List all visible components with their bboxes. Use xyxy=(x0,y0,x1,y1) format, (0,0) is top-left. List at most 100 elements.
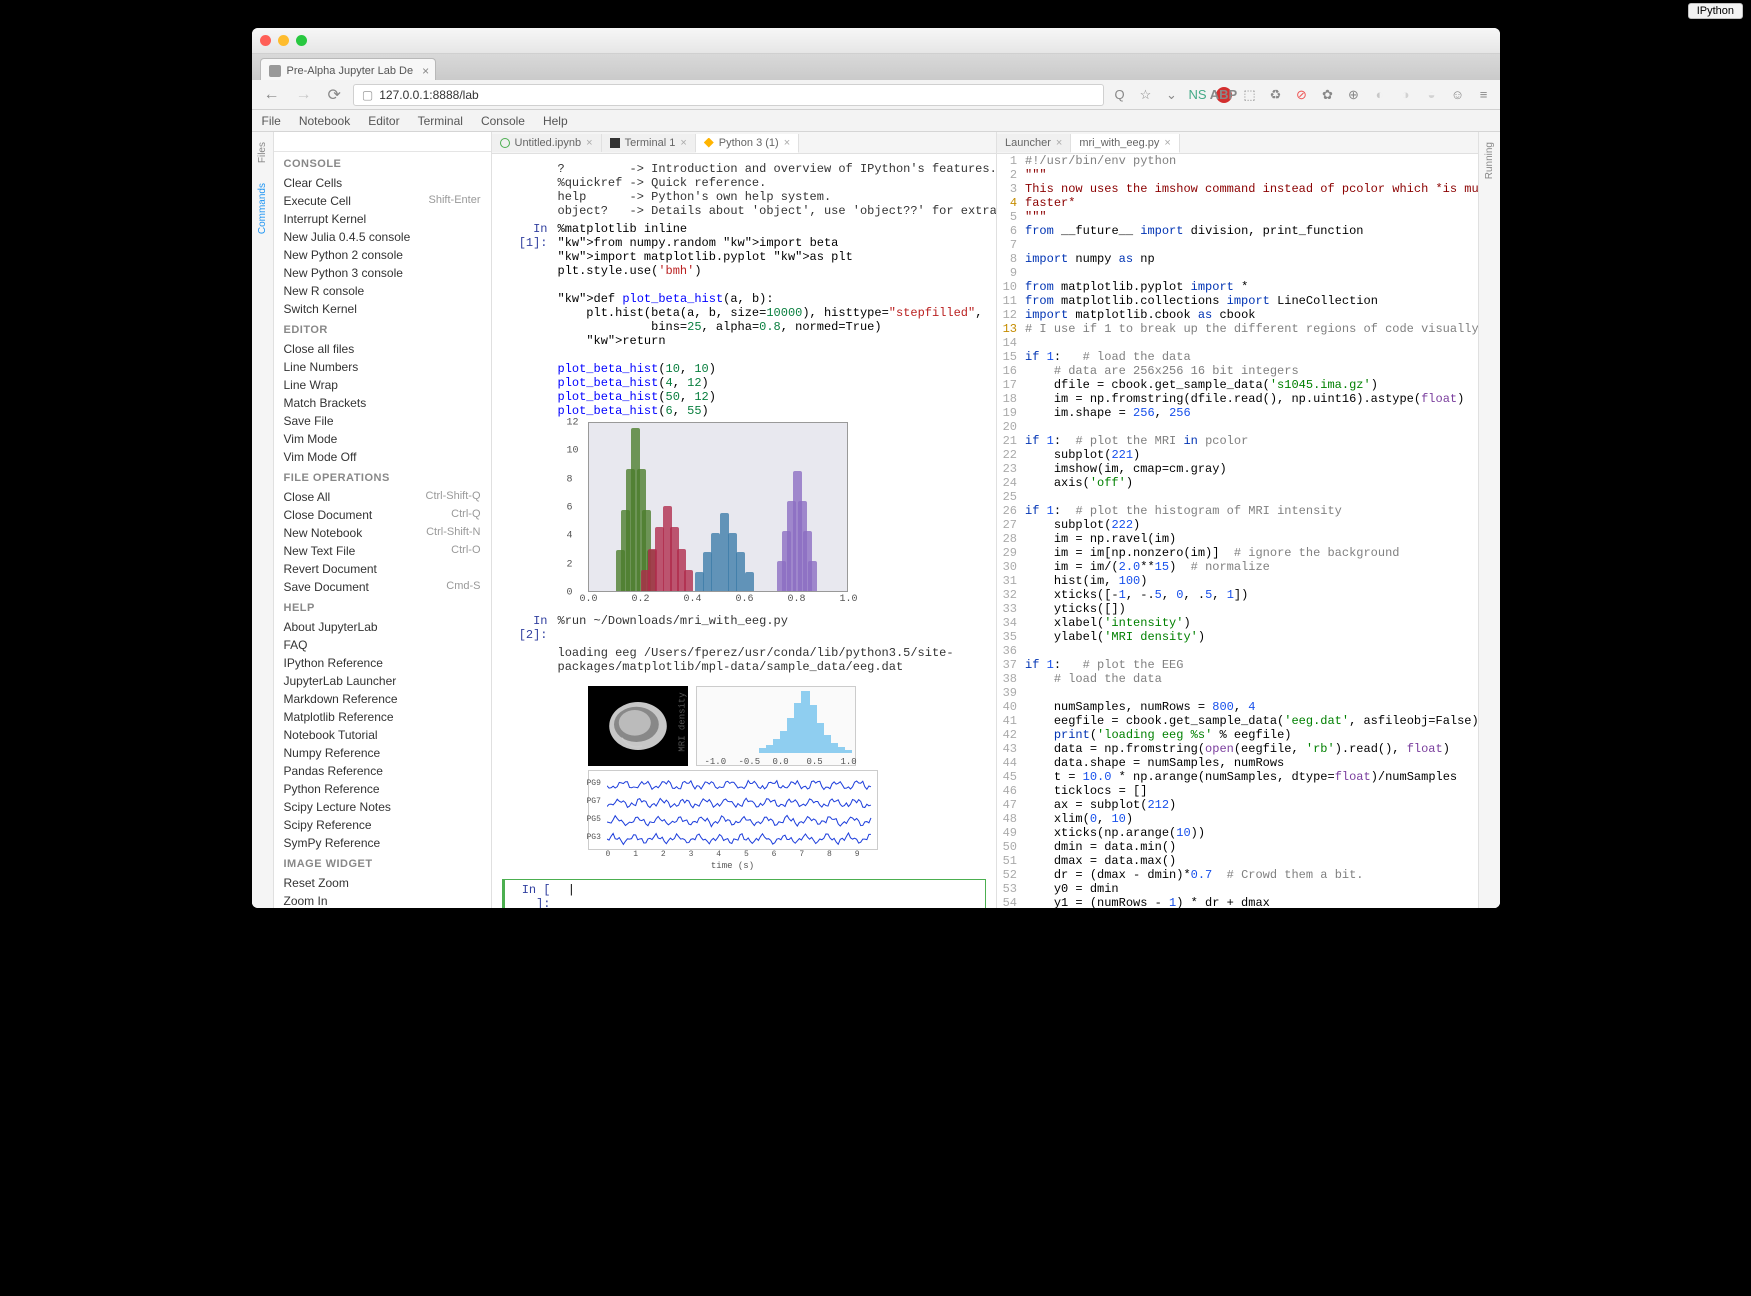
editor-line[interactable]: 1#!/usr/bin/env python xyxy=(997,154,1477,168)
editor-line[interactable]: 50 dmin = data.min() xyxy=(997,840,1477,854)
editor-line[interactable]: 27 subplot(222) xyxy=(997,518,1477,532)
editor-line[interactable]: 12import matplotlib.cbook as cbook xyxy=(997,308,1477,322)
editor-line[interactable]: 39 xyxy=(997,686,1477,700)
maximize-window-button[interactable] xyxy=(296,35,307,46)
editor-line[interactable]: 6from __future__ import division, print_… xyxy=(997,224,1477,238)
command-item[interactable]: Match Brackets xyxy=(274,394,491,412)
editor-line[interactable]: 20 xyxy=(997,420,1477,434)
ext2-icon[interactable]: ◑ xyxy=(1398,87,1414,103)
editor-line[interactable]: 35 ylabel('MRI density') xyxy=(997,630,1477,644)
command-item[interactable]: Close all files xyxy=(274,340,491,358)
close-tab-icon[interactable]: × xyxy=(422,64,429,78)
command-item[interactable]: Numpy Reference xyxy=(274,744,491,762)
editor-line[interactable]: 49 xticks(np.arange(10)) xyxy=(997,826,1477,840)
editor-line[interactable]: 43 data = np.fromstring(open(eegfile, 'r… xyxy=(997,742,1477,756)
input-cell-2[interactable]: In [2]: %run ~/Downloads/mri_with_eeg.py xyxy=(502,614,987,642)
tab-untitled-ipynb[interactable]: Untitled.ipynb× xyxy=(492,134,602,152)
user-icon[interactable]: ☺ xyxy=(1450,87,1466,103)
editor-line[interactable]: 11from matplotlib.collections import Lin… xyxy=(997,294,1477,308)
command-item[interactable]: Matplotlib Reference xyxy=(274,708,491,726)
command-item[interactable]: Execute CellShift-Enter xyxy=(274,192,491,210)
ext3-icon[interactable]: ◒ xyxy=(1424,87,1440,103)
editor-line[interactable]: 19 im.shape = 256, 256 xyxy=(997,406,1477,420)
close-icon[interactable]: × xyxy=(586,137,592,149)
ext-icon[interactable]: ◐ xyxy=(1372,87,1388,103)
editor-line[interactable]: 16 # data are 256x256 16 bit integers xyxy=(997,364,1477,378)
command-item[interactable]: FAQ xyxy=(274,636,491,654)
editor-line[interactable]: 28 im = np.ravel(im) xyxy=(997,532,1477,546)
editor-line[interactable]: 9 xyxy=(997,266,1477,280)
cast-icon[interactable]: ⬚ xyxy=(1242,87,1258,103)
editor-line[interactable]: 36 xyxy=(997,644,1477,658)
command-item[interactable]: Close DocumentCtrl-Q xyxy=(274,506,491,524)
command-item[interactable]: Line Wrap xyxy=(274,376,491,394)
editor-content[interactable]: 1#!/usr/bin/env python2"""3This now uses… xyxy=(997,154,1477,908)
browser-tab[interactable]: Pre-Alpha Jupyter Lab De × xyxy=(260,58,437,80)
editor-line[interactable]: 8import numpy as np xyxy=(997,252,1477,266)
command-item[interactable]: Line Numbers xyxy=(274,358,491,376)
command-item[interactable]: Python Reference xyxy=(274,780,491,798)
editor-line[interactable]: 22 subplot(221) xyxy=(997,448,1477,462)
rail-commands-tab[interactable]: Commands xyxy=(257,183,268,234)
editor-line[interactable]: 30 im = im/(2.0**15) # normalize xyxy=(997,560,1477,574)
editor-line[interactable]: 21if 1: # plot the MRI in pcolor xyxy=(997,434,1477,448)
command-search-input[interactable] xyxy=(274,132,491,152)
editor-line[interactable]: 7 xyxy=(997,238,1477,252)
command-item[interactable]: Markdown Reference xyxy=(274,690,491,708)
menu-help[interactable]: Help xyxy=(543,114,568,128)
back-button[interactable]: ← xyxy=(260,86,284,104)
block-icon[interactable]: ⊘ xyxy=(1294,87,1310,103)
close-icon[interactable]: × xyxy=(1164,137,1170,149)
pocket-icon[interactable]: ⌄ xyxy=(1164,87,1180,103)
editor-line[interactable]: 44 data.shape = numSamples, numRows xyxy=(997,756,1477,770)
command-item[interactable]: Scipy Reference xyxy=(274,816,491,834)
command-item[interactable]: Interrupt Kernel xyxy=(274,210,491,228)
editor-line[interactable]: 24 axis('off') xyxy=(997,476,1477,490)
editor-line[interactable]: 34 xlabel('intensity') xyxy=(997,616,1477,630)
editor-line[interactable]: 29 im = im[np.nonzero(im)] # ignore the … xyxy=(997,546,1477,560)
editor-line[interactable]: 4faster* xyxy=(997,196,1477,210)
close-icon[interactable]: × xyxy=(680,137,686,149)
editor-line[interactable]: 3This now uses the imshow command instea… xyxy=(997,182,1477,196)
command-item[interactable]: Pandas Reference xyxy=(274,762,491,780)
tab-python-3-1-[interactable]: Python 3 (1)× xyxy=(696,134,799,153)
adblock-icon[interactable]: ABP xyxy=(1216,87,1232,103)
rail-files-tab[interactable]: Files xyxy=(257,142,268,163)
command-item[interactable]: Save File xyxy=(274,412,491,430)
editor-line[interactable]: 45 t = 10.0 * np.arange(numSamples, dtyp… xyxy=(997,770,1477,784)
command-item[interactable]: Save DocumentCmd-S xyxy=(274,578,491,596)
menu-console[interactable]: Console xyxy=(481,114,525,128)
command-item[interactable]: Scipy Lecture Notes xyxy=(274,798,491,816)
command-item[interactable]: New Python 3 console xyxy=(274,264,491,282)
editor-line[interactable]: 5""" xyxy=(997,210,1477,224)
editor-line[interactable]: 41 eegfile = cbook.get_sample_data('eeg.… xyxy=(997,714,1477,728)
active-input-cell[interactable]: In [ ]: xyxy=(502,879,987,908)
minimize-window-button[interactable] xyxy=(278,35,289,46)
editor-line[interactable]: 51 dmax = data.max() xyxy=(997,854,1477,868)
editor-line[interactable]: 33 yticks([]) xyxy=(997,602,1477,616)
command-item[interactable]: Clear Cells xyxy=(274,174,491,192)
editor-line[interactable]: 17 dfile = cbook.get_sample_data('s1045.… xyxy=(997,378,1477,392)
editor-line[interactable]: 10from matplotlib.pyplot import * xyxy=(997,280,1477,294)
command-item[interactable]: About JupyterLab xyxy=(274,618,491,636)
tab-terminal-1[interactable]: Terminal 1× xyxy=(602,134,696,152)
command-item[interactable]: Switch Kernel xyxy=(274,300,491,318)
editor-line[interactable]: 40 numSamples, numRows = 800, 4 xyxy=(997,700,1477,714)
editor-line[interactable]: 13# I use if 1 to break up the different… xyxy=(997,322,1477,336)
editor-line[interactable]: 38 # load the data xyxy=(997,672,1477,686)
command-item[interactable]: New NotebookCtrl-Shift-N xyxy=(274,524,491,542)
command-item[interactable]: Close AllCtrl-Shift-Q xyxy=(274,488,491,506)
tab-launcher[interactable]: Launcher× xyxy=(997,134,1071,152)
editor-line[interactable]: 31 hist(im, 100) xyxy=(997,574,1477,588)
url-input[interactable]: ▢ 127.0.0.1:8888/lab xyxy=(353,84,1104,106)
command-item[interactable]: New Python 2 console xyxy=(274,246,491,264)
command-item[interactable]: SymPy Reference xyxy=(274,834,491,852)
editor-line[interactable]: 37if 1: # plot the EEG xyxy=(997,658,1477,672)
close-window-button[interactable] xyxy=(260,35,271,46)
input-cell-1[interactable]: In [1]: %matplotlib inline "kw">from num… xyxy=(502,222,987,418)
plus-icon[interactable]: ⊕ xyxy=(1346,87,1362,103)
menu-terminal[interactable]: Terminal xyxy=(418,114,463,128)
close-icon[interactable]: × xyxy=(1056,137,1062,149)
gear-icon[interactable]: ✿ xyxy=(1320,87,1336,103)
editor-line[interactable]: 48 xlim(0, 10) xyxy=(997,812,1477,826)
